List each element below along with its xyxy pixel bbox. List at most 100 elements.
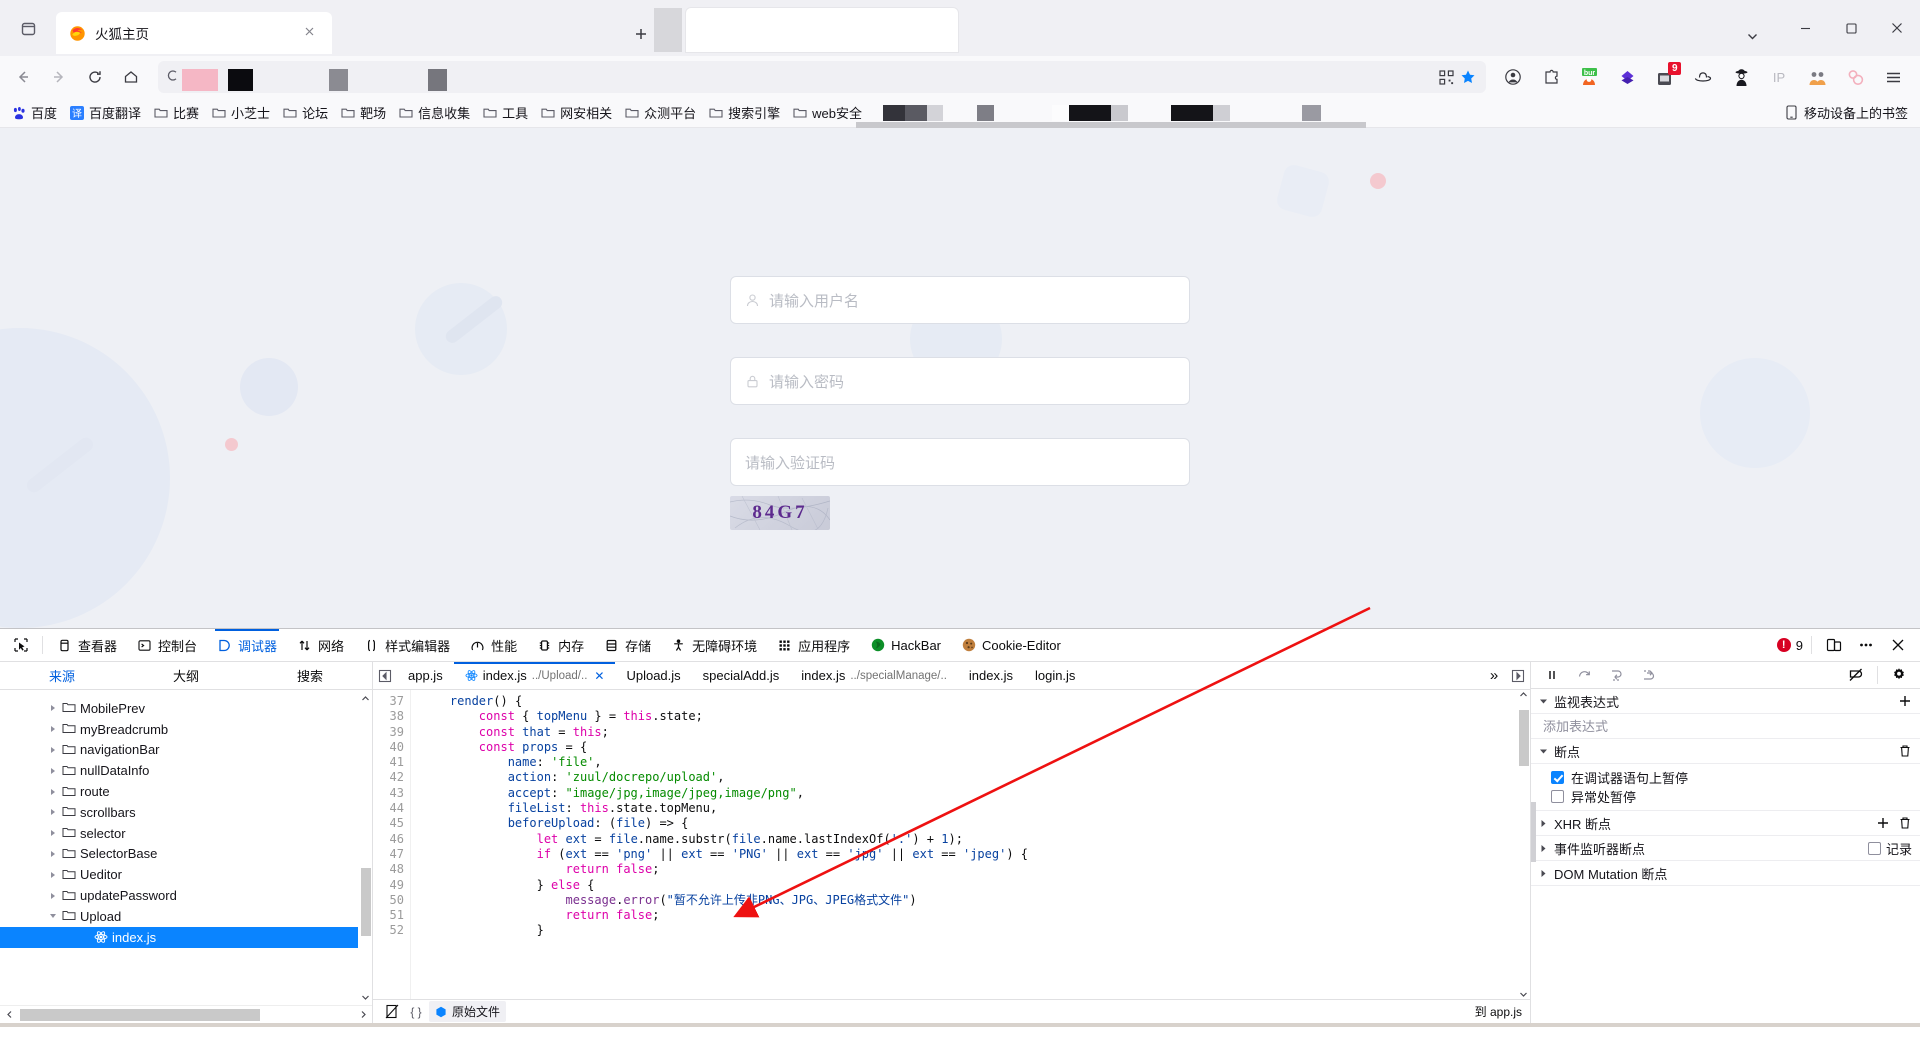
- firefox-view-button[interactable]: [0, 0, 56, 56]
- code-line[interactable]: const props = {: [421, 740, 1530, 755]
- pause-on-debugger-statement-row[interactable]: 在调试器语句上暂停: [1551, 768, 1912, 787]
- redacted-tab[interactable]: [686, 8, 958, 52]
- chevron-right-icon[interactable]: [48, 828, 58, 838]
- disable-breakpoints-icon[interactable]: [1841, 663, 1871, 687]
- file-tabs-overflow-button[interactable]: »: [1482, 662, 1506, 689]
- spy-icon[interactable]: [1724, 60, 1758, 94]
- bookmark-folder-zhongceping[interactable]: 众测平台: [619, 100, 702, 125]
- code-editor[interactable]: 37 38 39 40 41 42 43 44 45 46 47 48 49 5…: [373, 690, 1530, 999]
- section-breakpoints[interactable]: 断点: [1531, 739, 1920, 764]
- code-text[interactable]: render() { const { topMenu } = this.stat…: [411, 690, 1530, 999]
- error-count-badge[interactable]: ! 9: [1776, 638, 1803, 653]
- chevron-right-icon[interactable]: [1539, 816, 1548, 831]
- pink-circles-icon[interactable]: [1838, 60, 1872, 94]
- scroll-up-icon[interactable]: [1516, 690, 1530, 699]
- remove-all-breakpoints-button[interactable]: [1898, 744, 1912, 758]
- line-number[interactable]: 52: [373, 923, 410, 938]
- remove-all-xhr-breakpoints-button[interactable]: [1898, 816, 1912, 830]
- tab-console[interactable]: 控制台: [127, 629, 207, 661]
- section-xhr-breakpoints[interactable]: XHR 断点: [1531, 811, 1920, 836]
- tree-item-index-js[interactable]: index.js: [0, 926, 372, 948]
- line-number[interactable]: 50: [373, 893, 410, 908]
- line-number[interactable]: 48: [373, 862, 410, 877]
- line-number[interactable]: 41: [373, 755, 410, 770]
- code-line[interactable]: }: [421, 923, 1530, 938]
- step-out-icon[interactable]: [1633, 663, 1663, 687]
- responsive-design-mode-icon[interactable]: [1820, 631, 1848, 659]
- close-button[interactable]: [1874, 6, 1920, 50]
- chevron-down-icon[interactable]: [48, 911, 58, 921]
- line-number[interactable]: 46: [373, 832, 410, 847]
- disable-javascript-icon[interactable]: [381, 1002, 403, 1022]
- source-file-tree[interactable]: MobilePrev myBreadcrumb navigationBar nu…: [0, 690, 372, 1005]
- account-icon[interactable]: [1496, 60, 1530, 94]
- bookmark-item-fanyi[interactable]: 译 百度翻译: [64, 100, 147, 125]
- code-line[interactable]: beforeUpload: (file) => {: [421, 816, 1530, 831]
- scroll-up-icon[interactable]: [358, 690, 372, 706]
- chevron-right-icon[interactable]: [48, 745, 58, 755]
- sources-tab-search[interactable]: 搜索: [248, 662, 372, 689]
- tree-item-ueditor[interactable]: Ueditor: [0, 864, 372, 885]
- file-tab-upload-js[interactable]: Upload.js: [615, 662, 691, 689]
- code-line[interactable]: action: 'zuul/docrepo/upload',: [421, 770, 1530, 785]
- line-number[interactable]: 38: [373, 709, 410, 724]
- app-menu-icon[interactable]: [1876, 60, 1910, 94]
- tab-style-editor[interactable]: 样式编辑器: [354, 629, 460, 661]
- file-tab-specialadd-js[interactable]: specialAdd.js: [692, 662, 791, 689]
- people-icon[interactable]: [1800, 60, 1834, 94]
- password-input[interactable]: 请输入密码: [730, 357, 1190, 405]
- bookmark-star-icon[interactable]: [1460, 69, 1476, 85]
- line-number[interactable]: 40: [373, 740, 410, 755]
- line-number[interactable]: 44: [373, 801, 410, 816]
- bookmark-item-baidu[interactable]: 百度: [6, 100, 63, 125]
- bookmark-folder-wanganxiangguan[interactable]: 网安相关: [535, 100, 618, 125]
- list-all-tabs-button[interactable]: [1732, 16, 1772, 56]
- line-number[interactable]: 47: [373, 847, 410, 862]
- reload-button[interactable]: [78, 60, 112, 94]
- qr-icon[interactable]: [1439, 69, 1454, 85]
- tree-item-route[interactable]: route: [0, 781, 372, 802]
- chevron-right-icon[interactable]: [48, 787, 58, 797]
- add-xhr-breakpoint-button[interactable]: [1876, 816, 1890, 830]
- tree-item-upload[interactable]: Upload: [0, 906, 372, 927]
- pause-icon[interactable]: [1537, 663, 1567, 687]
- tab-inspector[interactable]: 查看器: [47, 629, 127, 661]
- tab-memory[interactable]: 内存: [527, 629, 594, 661]
- chevron-right-icon[interactable]: [48, 724, 58, 734]
- tree-item-scrollbars[interactable]: scrollbars: [0, 802, 372, 823]
- tab-application[interactable]: 应用程序: [767, 629, 860, 661]
- extensions-puzzle-icon[interactable]: [1534, 60, 1568, 94]
- step-in-icon[interactable]: [1601, 663, 1631, 687]
- bookmark-folder-gongju[interactable]: 工具: [477, 100, 534, 125]
- element-picker-icon[interactable]: [4, 630, 38, 660]
- tree-item-mobileprev[interactable]: MobilePrev: [0, 698, 372, 719]
- badge-extension-icon[interactable]: 9: [1648, 60, 1682, 94]
- code-line[interactable]: } else {: [421, 878, 1530, 893]
- file-tab-index-js-upload[interactable]: index.js ../Upload/.. ✕: [453, 662, 616, 689]
- original-file-button[interactable]: 原始文件: [429, 1001, 507, 1022]
- tree-hscroll-thumb[interactable]: [20, 1008, 260, 1021]
- section-event-listener-breakpoints[interactable]: 事件监听器断点 记录: [1531, 836, 1920, 861]
- burp-suite-icon[interactable]: bur: [1572, 60, 1606, 94]
- tree-item-navigationbar[interactable]: navigationBar: [0, 740, 372, 761]
- mobile-bookmarks-item[interactable]: 移动设备上的书签: [1785, 103, 1914, 122]
- bookmark-folder-xiaozhishi[interactable]: 小芝士: [206, 100, 276, 125]
- tab-hackbar[interactable]: HackBar: [860, 629, 951, 661]
- ip-icon[interactable]: IP: [1762, 60, 1796, 94]
- code-line[interactable]: render() {: [421, 694, 1530, 709]
- section-watch-expressions[interactable]: 监视表达式: [1531, 689, 1920, 714]
- line-number[interactable]: 42: [373, 770, 410, 785]
- line-number[interactable]: 51: [373, 908, 410, 923]
- line-number[interactable]: 43: [373, 786, 410, 801]
- file-tab-index-js-specialmanage[interactable]: index.js ../specialManage/..: [790, 662, 958, 689]
- scroll-down-icon[interactable]: [1516, 990, 1530, 999]
- address-bar[interactable]: [158, 61, 1486, 93]
- chevron-right-icon[interactable]: [48, 849, 58, 859]
- code-line[interactable]: name: 'file',: [421, 755, 1530, 770]
- sources-tab-sources[interactable]: 来源: [0, 662, 124, 689]
- tab-close-icon[interactable]: [304, 25, 320, 41]
- add-expression-placeholder[interactable]: 添加表达式: [1531, 714, 1920, 738]
- back-button[interactable]: [6, 60, 40, 94]
- maximize-button[interactable]: [1828, 6, 1874, 50]
- scroll-down-icon[interactable]: [358, 989, 372, 1005]
